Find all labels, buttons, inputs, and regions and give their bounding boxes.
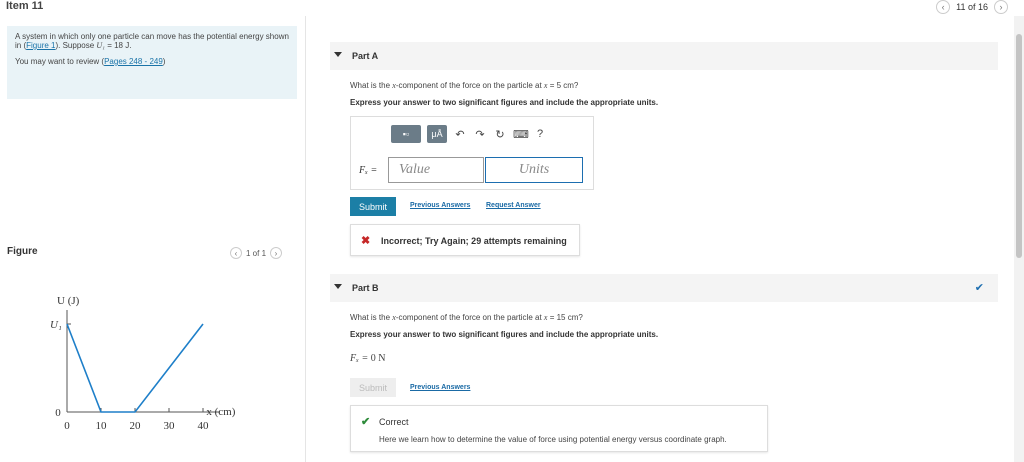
feedback-text: Incorrect; Try Again; 29 attempts remain… (381, 236, 567, 246)
template-button[interactable]: ▪▫ (391, 125, 421, 143)
review-pages-link[interactable]: Pages 248 - 249 (104, 57, 163, 66)
x-tick-label: 0 (64, 420, 70, 432)
part-b-answer-value: 0 N (370, 353, 386, 364)
math-toolbar: ▪▫ μÅ ↶ ↷ ↻ ⌨ ? (391, 125, 547, 143)
chevron-left-icon[interactable]: ‹ (936, 0, 951, 14)
collapse-triangle-icon (334, 52, 342, 57)
redo-icon[interactable]: ↷ (473, 128, 487, 141)
x-tick-label: 20 (130, 420, 142, 432)
chevron-right-icon[interactable]: › (994, 0, 1008, 14)
potential-energy-line (66, 323, 204, 413)
collapse-triangle-icon (334, 284, 342, 289)
part-a-title: Part A (352, 51, 379, 61)
correct-feedback: ✔ Correct Here we learn how to determine… (350, 405, 768, 452)
part-b-title: Part B (352, 283, 379, 293)
figure-pager: ‹ 1 of 1 › (230, 247, 283, 259)
part-b-instruction: Express your answer to two significant f… (350, 330, 659, 339)
reset-icon[interactable]: ↻ (493, 128, 507, 141)
y-tick-label: 0 (55, 407, 61, 419)
part-b-answer: Fₓ = 0 N (350, 353, 386, 364)
figure-pager-text: 1 of 1 (246, 248, 267, 258)
part-b-submit-button: Submit (350, 378, 396, 397)
item-pager: ‹ 11 of 16 › (936, 0, 1008, 14)
fx-label: Fₓ = (359, 165, 378, 176)
value-input[interactable] (388, 157, 484, 183)
item-title: Item 11 (6, 0, 44, 12)
part-b-previous-answers-link[interactable]: Previous Answers (410, 384, 470, 391)
part-a-instruction: Express your answer to two significant f… (350, 98, 659, 107)
potential-energy-graph: 0 10 20 30 40 0 U₁ x (cm) U (J) (50, 295, 236, 432)
checkmark-icon: ✔ (361, 416, 371, 428)
units-button[interactable]: μÅ (427, 125, 447, 143)
figure-link[interactable]: Figure 1 (26, 41, 55, 50)
pane-divider (305, 16, 306, 462)
x-axis-label: x (cm) (206, 406, 235, 418)
correct-title: Correct (379, 417, 409, 427)
problem-text: A system in which only one particle can … (15, 32, 289, 50)
keyboard-icon[interactable]: ⌨ (513, 128, 529, 141)
chevron-right-icon[interactable]: › (270, 247, 283, 259)
part-b-question: What is the x-component of the force on … (350, 313, 583, 322)
undo-icon[interactable]: ↶ (453, 128, 467, 141)
scrollbar[interactable] (1014, 16, 1024, 462)
y-axis-label: U (J) (57, 295, 80, 307)
scrollbar-thumb[interactable] (1016, 34, 1022, 258)
chevron-left-icon[interactable]: ‹ (230, 247, 242, 259)
part-a-answer-box: ▪▫ μÅ ↶ ↷ ↻ ⌨ ? Fₓ = (350, 116, 594, 190)
x-tick-label: 10 (96, 420, 108, 432)
problem-statement: A system in which only one particle can … (7, 26, 297, 99)
request-answer-link[interactable]: Request Answer (486, 202, 541, 209)
top-bar: Item 11 ‹ 11 of 16 › (0, 0, 1024, 16)
checkmark-icon: ✔ (974, 282, 984, 294)
part-b-header[interactable]: Part B ✔ (330, 274, 998, 302)
incorrect-feedback: ✖ Incorrect; Try Again; 29 attempts rema… (350, 224, 580, 256)
figure-label: Figure (7, 246, 38, 257)
help-icon[interactable]: ? (533, 128, 547, 140)
units-input[interactable] (485, 157, 583, 183)
part-a-previous-answers-link[interactable]: Previous Answers (410, 202, 470, 209)
item-pager-text: 11 of 16 (956, 2, 988, 12)
review-text: You may want to review (Pages 248 - 249) (15, 57, 166, 66)
y-tick-label: U₁ (50, 319, 62, 331)
part-a-question: What is the x-component of the force on … (350, 81, 579, 90)
close-icon: ✖ (361, 235, 371, 247)
x-tick-label: 40 (198, 420, 210, 432)
part-a-submit-button[interactable]: Submit (350, 197, 396, 216)
x-tick-label: 30 (164, 420, 176, 432)
correct-text: Here we learn how to determine the value… (379, 435, 727, 444)
part-a-header[interactable]: Part A (330, 42, 998, 70)
